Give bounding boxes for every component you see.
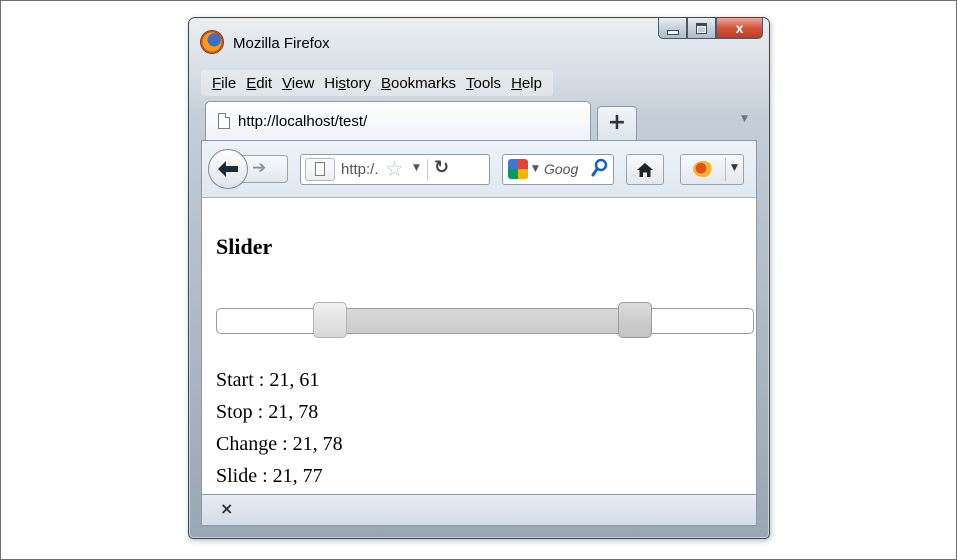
log-line-change: Change : 21, 78: [216, 433, 343, 455]
back-button[interactable]: [208, 149, 248, 189]
search-input[interactable]: Goog: [544, 161, 582, 177]
title-bar[interactable]: Mozilla Firefox x: [189, 18, 769, 62]
search-engine-dropdown-icon[interactable]: ▼: [532, 164, 539, 174]
url-dropdown-icon[interactable]: ▼: [413, 163, 420, 173]
tab-list-arrow-icon[interactable]: ▼: [741, 114, 748, 124]
forward-button[interactable]: ➔: [242, 155, 288, 183]
close-bar-icon[interactable]: ×: [220, 499, 233, 518]
url-input[interactable]: http:/.: [341, 161, 381, 178]
page-heading: Slider: [216, 234, 273, 259]
new-tab-button[interactable]: +: [597, 106, 637, 140]
menu-tools[interactable]: Tools: [461, 75, 506, 92]
google-icon[interactable]: [508, 159, 528, 179]
status-bar: ×: [201, 494, 757, 526]
menu-help[interactable]: Help: [506, 75, 547, 92]
window-controls: x: [658, 18, 763, 42]
reload-icon[interactable]: ↻: [434, 157, 449, 178]
page-icon: [218, 113, 230, 129]
home-button[interactable]: [626, 154, 664, 185]
menu-file[interactable]: File: [207, 75, 241, 92]
firefox-window: Mozilla Firefox x File Edit View History…: [188, 17, 770, 539]
slider-range: [329, 309, 636, 333]
navigation-toolbar: ➔ http:/. ☆ ▼ ↻ ▼ Goog ▼: [201, 140, 757, 198]
search-icon[interactable]: [591, 158, 609, 178]
log-line-stop: Stop : 21, 78: [216, 401, 319, 423]
image-frame: Mozilla Firefox x File Edit View History…: [0, 0, 957, 560]
log-line-slide: Slide : 21, 77: [216, 465, 323, 487]
site-identity-button[interactable]: [305, 158, 335, 181]
event-log: Start : 21, 61 Stop : 21, 78 Change : 21…: [216, 364, 343, 492]
menu-history[interactable]: History: [319, 75, 376, 92]
addon-bug-icon: [693, 161, 713, 177]
addon-button[interactable]: ▼: [680, 154, 744, 185]
minimize-icon: [666, 29, 679, 35]
search-bar[interactable]: ▼ Goog: [502, 154, 614, 185]
menu-bar: File Edit View History Bookmarks Tools H…: [201, 70, 553, 96]
firefox-logo-icon[interactable]: [201, 31, 223, 53]
forward-arrow-icon: ➔: [252, 158, 267, 178]
menu-bookmarks[interactable]: Bookmarks: [376, 75, 461, 92]
tab-active[interactable]: http://localhost/test/: [205, 101, 591, 141]
maximize-icon: [696, 22, 707, 34]
url-divider: [427, 159, 428, 181]
url-bar[interactable]: http:/. ☆ ▼ ↻: [300, 154, 490, 185]
back-arrow-icon: [218, 161, 238, 177]
log-line-start: Start : 21, 61: [216, 369, 320, 391]
window-title: Mozilla Firefox: [233, 35, 330, 52]
page-content: Slider Start : 21, 61 Stop : 21, 78 Chan…: [201, 198, 757, 494]
close-button[interactable]: x: [716, 18, 763, 39]
home-icon: [637, 162, 653, 177]
menu-view[interactable]: View: [277, 75, 319, 92]
maximize-button[interactable]: [687, 18, 716, 39]
menu-edit[interactable]: Edit: [241, 75, 277, 92]
close-icon: x: [735, 20, 744, 36]
addon-divider: [725, 158, 726, 181]
addon-dropdown-icon[interactable]: ▼: [731, 163, 738, 173]
tab-title: http://localhost/test/: [238, 113, 368, 130]
star-icon[interactable]: ☆: [385, 157, 404, 181]
slider-handle-end[interactable]: [618, 302, 653, 338]
range-slider[interactable]: [216, 302, 754, 338]
page-icon: [315, 162, 325, 176]
slider-handle-start[interactable]: [312, 302, 347, 338]
minimize-button[interactable]: [658, 18, 687, 39]
